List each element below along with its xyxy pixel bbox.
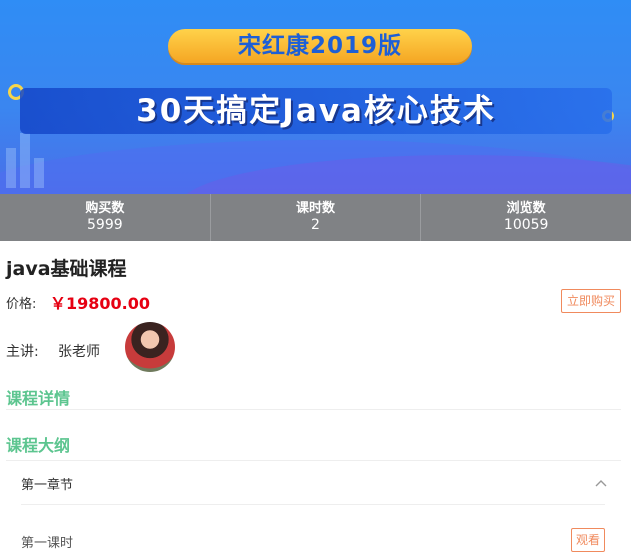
teacher-row: 主讲: 张老师 xyxy=(6,322,206,374)
course-title: java基础课程 xyxy=(6,258,127,280)
lesson-label: 第一课时 xyxy=(21,536,74,551)
teacher-label: 主讲: xyxy=(6,344,39,360)
chapter-label: 第一章节 xyxy=(21,478,74,493)
course-details-heading[interactable]: 课程详情 xyxy=(6,385,70,409)
stat-label: 浏览数 xyxy=(506,201,546,216)
stat-label: 购买数 xyxy=(85,201,125,216)
stat-purchases: 购买数 5999 xyxy=(0,194,211,241)
teacher-name: 张老师 xyxy=(58,344,100,360)
divider xyxy=(6,460,621,461)
lesson-item[interactable]: 第一课时 观看 xyxy=(21,528,605,552)
price-label: 价格: xyxy=(6,297,37,312)
stat-value: 2 xyxy=(311,217,320,233)
banner-edition-pill: 宋红康2019版 xyxy=(168,29,472,63)
banner-edition-text: 宋红康2019版 xyxy=(237,33,402,59)
divider xyxy=(6,409,621,410)
course-banner: 宋红康2019版 30天搞定Java核心技术 xyxy=(0,0,631,194)
price-value: ￥19800.00 xyxy=(50,294,151,313)
stat-views: 浏览数 10059 xyxy=(421,194,631,241)
stat-label: 课时数 xyxy=(296,201,336,216)
watch-button[interactable]: 观看 xyxy=(570,528,605,552)
chapter-item[interactable]: 第一章节 xyxy=(21,474,611,494)
banner-decoration-bars xyxy=(6,128,66,188)
teacher-avatar xyxy=(125,322,175,372)
divider xyxy=(21,504,605,505)
course-stats-bar: 购买数 5999 课时数 2 浏览数 10059 xyxy=(0,194,631,241)
buy-now-button[interactable]: 立即购买 xyxy=(560,289,621,313)
course-outline-heading[interactable]: 课程大纲 xyxy=(6,432,70,456)
stat-value: 10059 xyxy=(503,217,549,233)
chevron-up-icon[interactable] xyxy=(595,478,607,490)
price-row: 价格: ￥19800.00 立即购买 xyxy=(6,289,621,313)
stat-lessons: 课时数 2 xyxy=(211,194,422,241)
banner-headline: 30天搞定Java核心技术 xyxy=(136,93,496,129)
stat-value: 5999 xyxy=(87,217,123,233)
